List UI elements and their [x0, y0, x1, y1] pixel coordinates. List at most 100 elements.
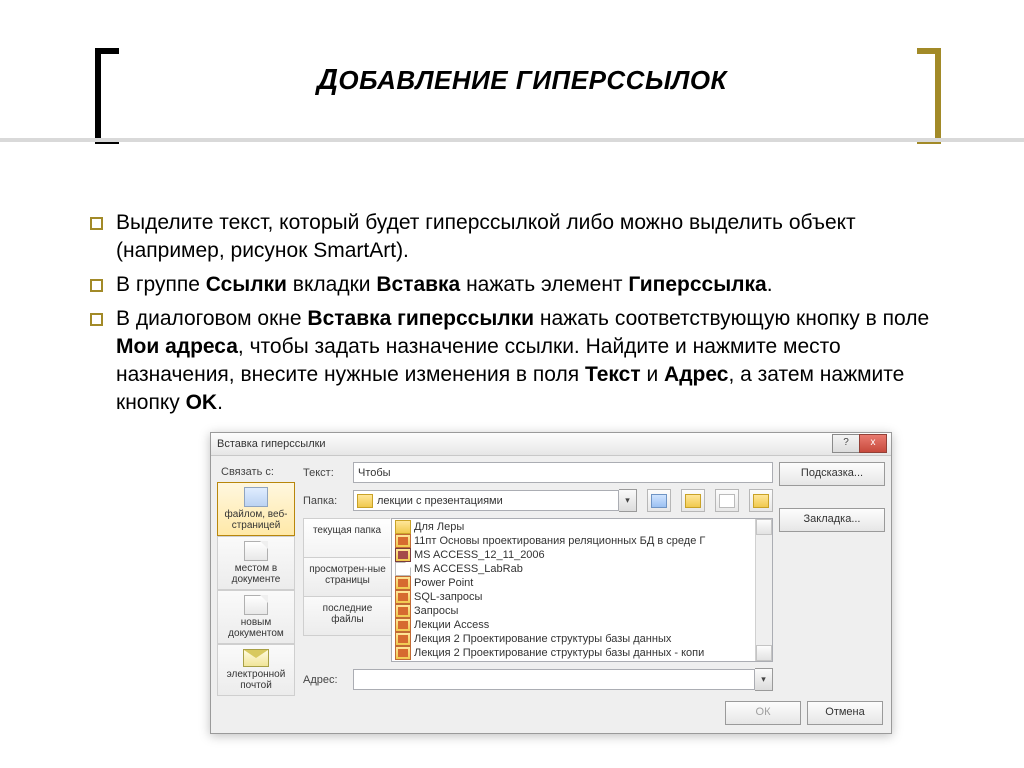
- linkto-label-text: местом в документе: [232, 563, 281, 585]
- ppt-icon: [395, 590, 411, 604]
- linkto-file-web[interactable]: файлом, веб-страницей: [217, 482, 295, 536]
- ok-button[interactable]: ОК: [725, 701, 801, 725]
- file-name: Лекция 2 Проектирование структуры базы д…: [414, 633, 671, 645]
- linkto-email[interactable]: электронной почтой: [217, 644, 295, 696]
- text-field[interactable]: Чтобы: [353, 462, 773, 483]
- t: вкладки: [287, 273, 376, 296]
- t: Ссылки: [206, 273, 287, 296]
- file-name: Для Леры: [414, 521, 464, 533]
- title-first-letter: Д: [317, 64, 338, 96]
- file-name: Запросы: [414, 605, 458, 617]
- insert-hyperlink-dialog: Вставка гиперссылки ? x Связать с: Текст…: [210, 432, 892, 734]
- back-icon: [651, 494, 667, 508]
- ppt-icon: [395, 618, 411, 632]
- linkto-label-text: электронной почтой: [227, 669, 286, 691]
- page-title: ДОБАВЛЕНИЕ ГИПЕРССЫЛОК: [120, 64, 924, 97]
- list-item[interactable]: Для Леры: [395, 520, 754, 534]
- list-item[interactable]: MS ACCESS_LabRab: [395, 562, 754, 576]
- close-button[interactable]: x: [859, 434, 887, 453]
- linkto-new-document[interactable]: новым документом: [217, 590, 295, 644]
- ppt-icon: [395, 534, 411, 548]
- browse-web-button[interactable]: [715, 489, 739, 512]
- file-name: 11пт Основы проектирования реляционных Б…: [414, 535, 705, 547]
- address-field[interactable]: [353, 669, 755, 690]
- t: OK: [186, 391, 218, 414]
- title-rule: [0, 138, 1024, 142]
- folder-combo[interactable]: лекции с презентациями: [353, 490, 619, 511]
- file-name: Лекции Access: [414, 619, 489, 631]
- address-dropdown-arrow[interactable]: ▾: [755, 668, 773, 691]
- mail-icon: [243, 649, 269, 667]
- open-folder-icon: [753, 494, 769, 508]
- t: нажать соответствующую кнопку в поле: [534, 307, 929, 330]
- ppt-icon: [395, 604, 411, 618]
- dialog-titlebar[interactable]: Вставка гиперссылки ? x: [211, 433, 891, 456]
- slide: ДОБАВЛЕНИЕ ГИПЕРССЫЛОК Выделите текст, к…: [0, 0, 1024, 768]
- linkto-label: Связать с:: [217, 462, 297, 482]
- t: Текст: [585, 363, 641, 386]
- t: Гиперссылка: [628, 273, 766, 296]
- back-button[interactable]: [647, 489, 671, 512]
- linkto-label-text: новым документом: [228, 617, 284, 639]
- bullet-2: В группе Ссылки вкладки Вставка нажать э…: [90, 271, 964, 299]
- up-folder-icon: [685, 494, 701, 508]
- list-item[interactable]: SQL-запросы: [395, 590, 754, 604]
- file-name: MS ACCESS_12_11_2006: [414, 549, 545, 561]
- bookmark-button[interactable]: Закладка...: [779, 508, 885, 532]
- tab-current-folder[interactable]: текущая папка: [303, 518, 391, 558]
- screen-tip-button[interactable]: Подсказка...: [779, 462, 885, 486]
- help-button[interactable]: ?: [832, 434, 860, 453]
- new-doc-icon: [244, 595, 268, 615]
- text-label: Текст:: [303, 467, 347, 479]
- cancel-button[interactable]: Отмена: [807, 701, 883, 725]
- doc-icon: [395, 562, 411, 576]
- linkto-label-text: файлом, веб-страницей: [224, 509, 287, 531]
- t: Мои адреса: [116, 335, 238, 358]
- list-item[interactable]: Лекция 2 Проектирование структуры базы д…: [395, 632, 754, 646]
- list-item[interactable]: 11пт Основы проектирования реляционных Б…: [395, 534, 754, 548]
- list-item[interactable]: Лекция 2 Проектирование структуры базы д…: [395, 646, 754, 660]
- t: Адрес: [664, 363, 728, 386]
- folder-icon: [395, 520, 411, 534]
- globe-file-icon: [244, 487, 268, 507]
- bookmark-doc-icon: [244, 541, 268, 561]
- file-list[interactable]: Для Леры 11пт Основы проектирования реля…: [391, 518, 773, 662]
- scrollbar[interactable]: [755, 519, 772, 661]
- list-item[interactable]: Лекции Access: [395, 618, 754, 632]
- folder-label: Папка:: [303, 495, 347, 507]
- file-name: SQL-запросы: [414, 591, 482, 603]
- dialog-title: Вставка гиперссылки: [217, 438, 326, 450]
- access-icon: [395, 548, 411, 562]
- list-item[interactable]: Power Point: [395, 576, 754, 590]
- title-rest: ОБАВЛЕНИЕ ГИПЕРССЫЛОК: [338, 65, 727, 95]
- t: В группе: [116, 273, 206, 296]
- t: В диалоговом окне: [116, 307, 307, 330]
- t: и: [641, 363, 664, 386]
- tab-recent-files[interactable]: последние файлы: [303, 596, 391, 636]
- t: нажать элемент: [460, 273, 628, 296]
- page-icon: [719, 494, 735, 508]
- tab-browsed-pages[interactable]: просмотрен-ные страницы: [303, 557, 391, 597]
- file-name: MS ACCESS_LabRab: [414, 563, 523, 575]
- bullet-1: Выделите текст, который будет гиперссылк…: [90, 209, 964, 265]
- up-button[interactable]: [681, 489, 705, 512]
- file-name: Power Point: [414, 577, 473, 589]
- list-item[interactable]: Запросы: [395, 604, 754, 618]
- folder-icon: [357, 494, 373, 508]
- bullet-3: В диалоговом окне Вставка гиперссылки на…: [90, 305, 964, 417]
- ppt-icon: [395, 632, 411, 646]
- browse-file-button[interactable]: [749, 489, 773, 512]
- bullet-list: Выделите текст, который будет гиперссылк…: [50, 209, 964, 422]
- t: Вставка гиперссылки: [307, 307, 534, 330]
- text-value: Чтобы: [358, 467, 391, 479]
- ppt-icon: [395, 646, 411, 660]
- t: Вставка: [376, 273, 460, 296]
- linkto-place-in-doc[interactable]: местом в документе: [217, 536, 295, 590]
- folder-dropdown-arrow[interactable]: ▾: [619, 489, 637, 512]
- file-name: Лекция 2 Проектирование структуры базы д…: [414, 647, 704, 659]
- ppt-icon: [395, 576, 411, 590]
- folder-value: лекции с презентациями: [377, 495, 503, 507]
- title-bracket-left: [95, 48, 119, 144]
- list-item[interactable]: MS ACCESS_12_11_2006: [395, 548, 754, 562]
- t: .: [767, 273, 773, 296]
